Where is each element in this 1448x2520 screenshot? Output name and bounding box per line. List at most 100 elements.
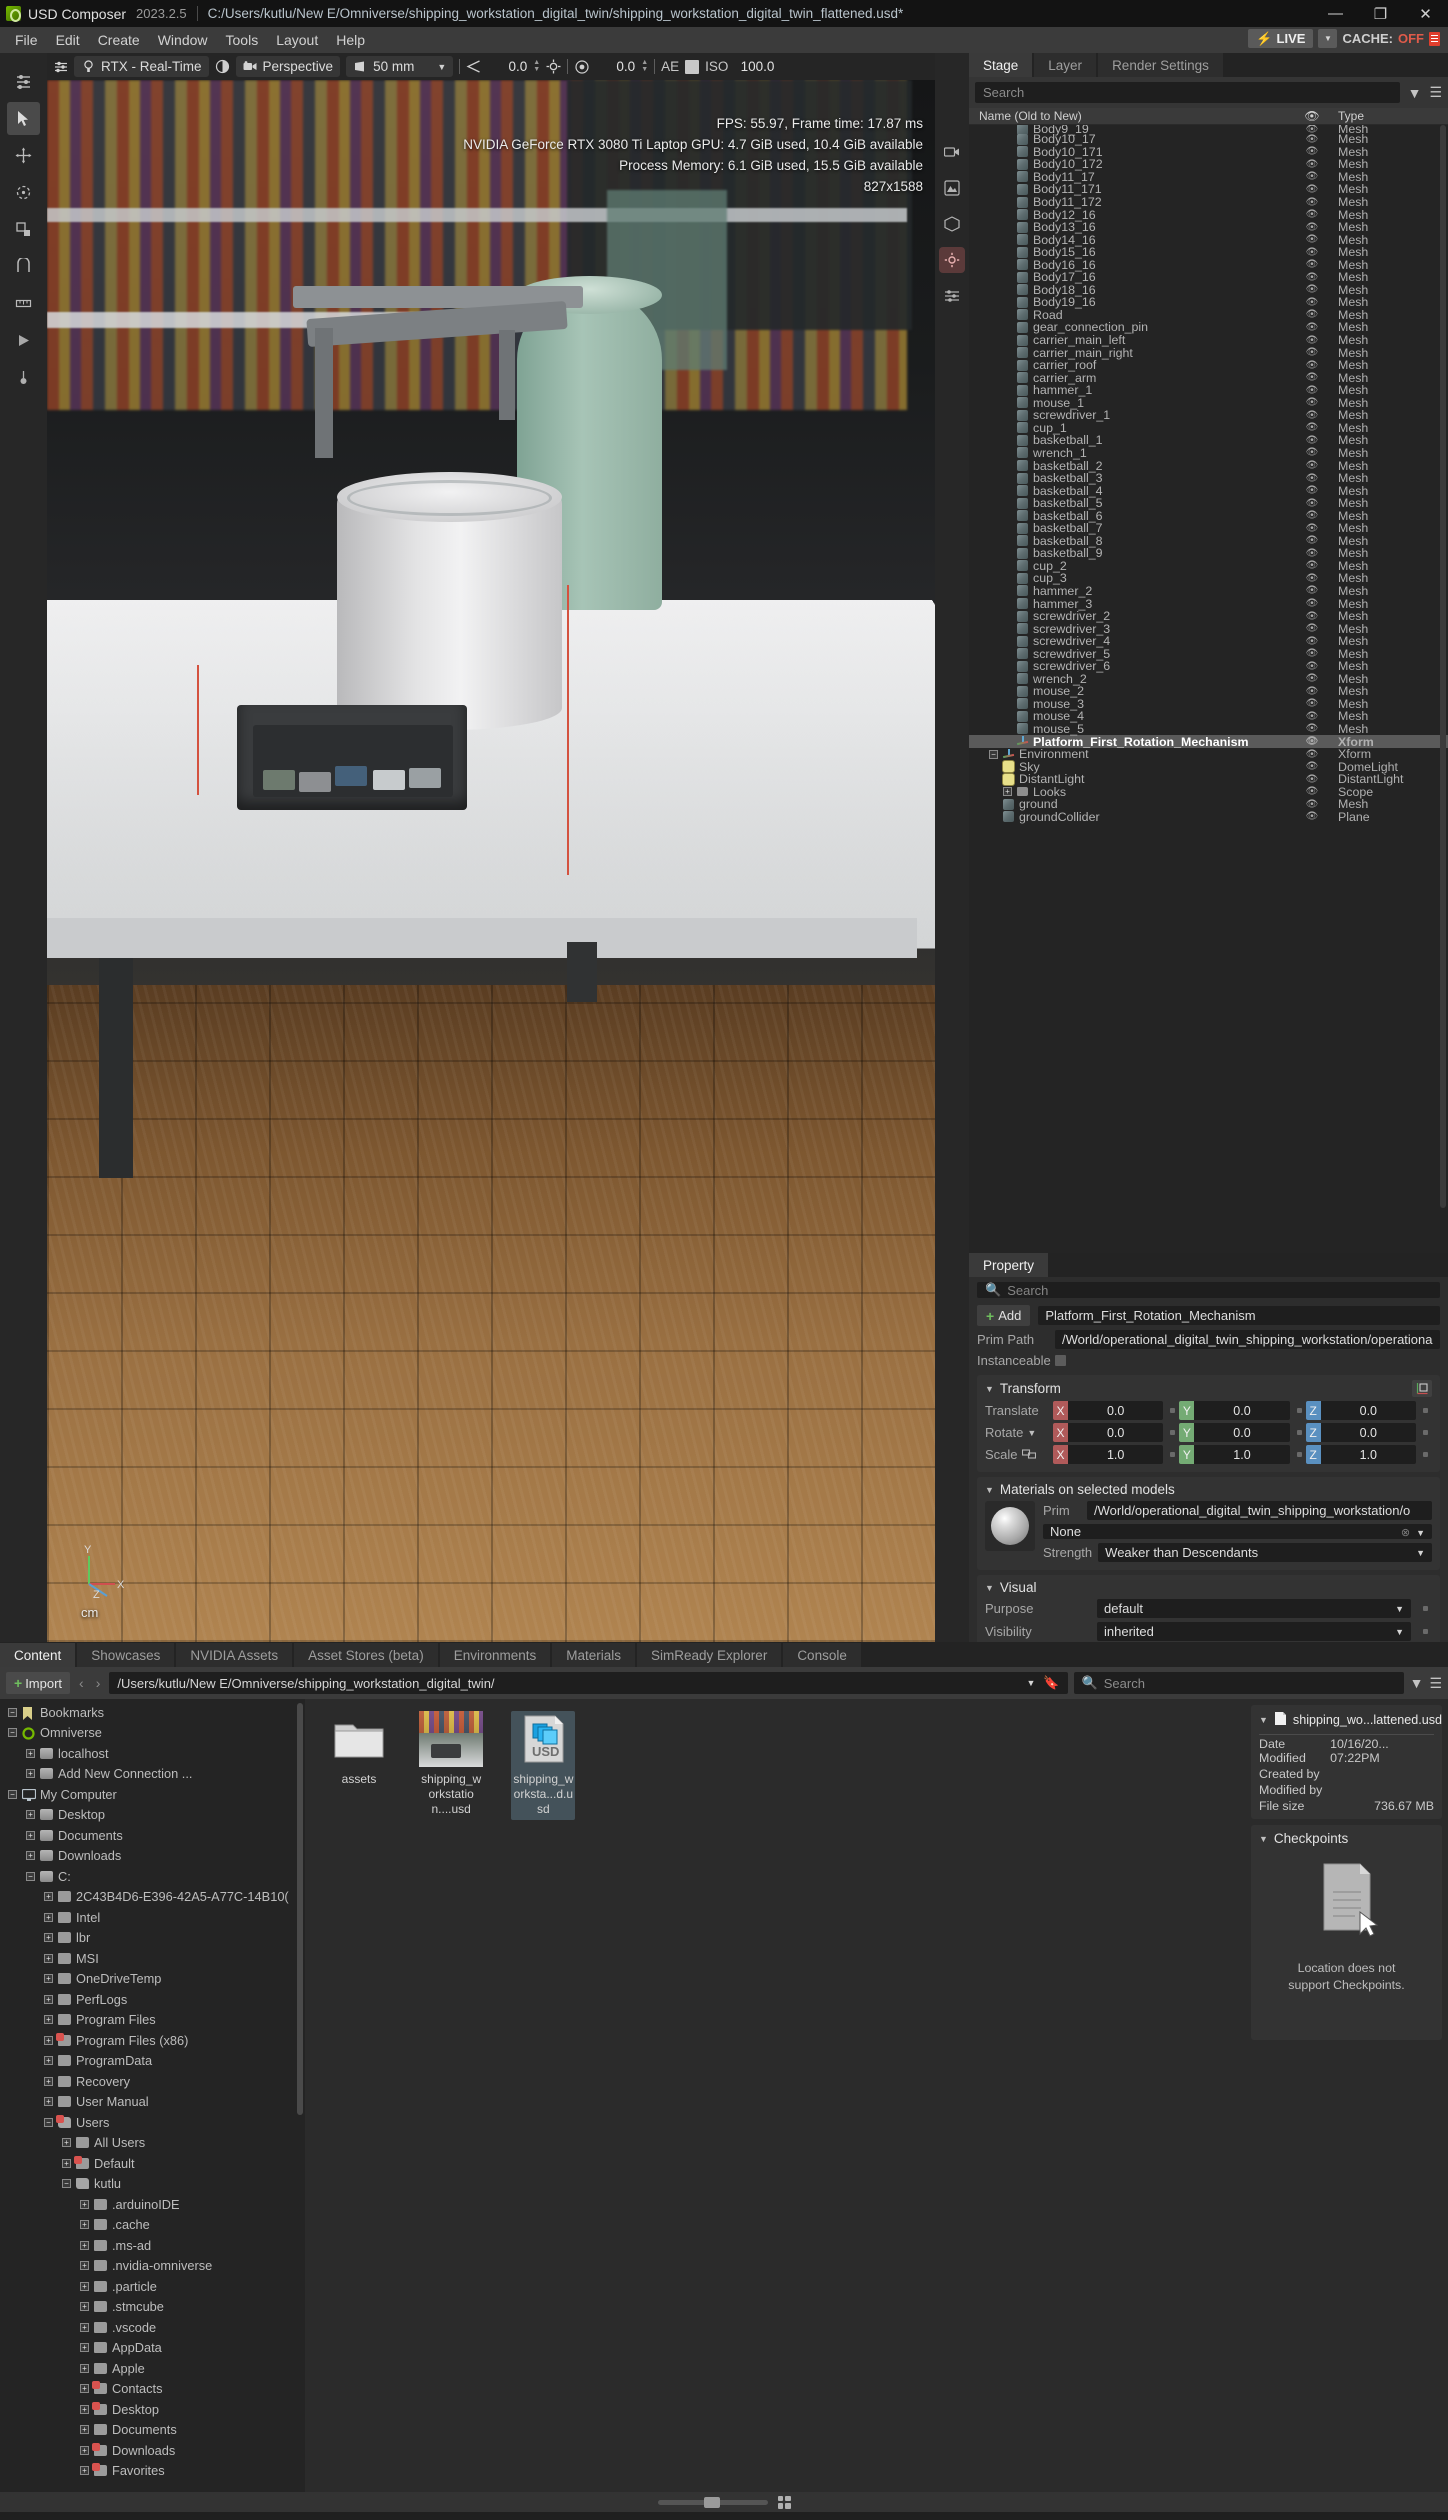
path-dropdown-icon[interactable]: ▼ [1026, 1678, 1035, 1688]
tree-expander-icon[interactable]: + [80, 2302, 89, 2312]
visibility-eye-icon[interactable]: 👁 [1294, 360, 1330, 371]
stage-row[interactable]: hammer_1 👁 Mesh [969, 383, 1448, 397]
translate-x-value[interactable]: 0.0 [1068, 1401, 1164, 1420]
stage-row[interactable]: Body10_171 👁 Mesh [969, 145, 1448, 159]
stage-row[interactable]: Sky 👁 DomeLight [969, 760, 1448, 774]
visibility-selector[interactable]: inherited ▼ [1097, 1622, 1411, 1641]
file-tree-row[interactable]: + Downloads [0, 2440, 305, 2461]
visibility-eye-icon[interactable]: 👁 [1294, 485, 1330, 496]
stage-row[interactable]: hammer_3 👁 Mesh [969, 597, 1448, 611]
file-tree-row[interactable]: + localhost [0, 1743, 305, 1764]
file-tree-row[interactable]: + AppData [0, 2338, 305, 2359]
translate-z-value[interactable]: 0.0 [1320, 1401, 1416, 1420]
menu-help[interactable]: Help [327, 30, 374, 50]
file-tree-row[interactable]: + .nvidia-omniverse [0, 2256, 305, 2277]
tab-environments[interactable]: Environments [439, 1643, 551, 1667]
file-tree-row[interactable]: + Add New Connection ... [0, 1764, 305, 1785]
stage-row[interactable]: Body18_16 👁 Mesh [969, 283, 1448, 297]
property-search-input[interactable]: 🔍 Search [977, 1282, 1440, 1298]
scale-z[interactable]: Z 1.0 [1305, 1445, 1416, 1464]
materials-header[interactable]: ▼ Materials on selected models [985, 1482, 1432, 1497]
prim-name-field[interactable]: Platform_First_Rotation_Mechanism [1038, 1306, 1440, 1325]
visibility-eye-icon[interactable]: 👁 [1294, 648, 1330, 659]
file-grid[interactable]: assets shipping_workstation....usd USD s… [305, 1699, 1251, 2492]
menu-edit[interactable]: Edit [47, 30, 89, 50]
stage-search-input[interactable]: Search [975, 82, 1400, 103]
stage-tree[interactable]: Body9_19 👁 Mesh Body10_17 👁 Mesh Body10_171 👁 Me… [969, 125, 1448, 1253]
stage-row[interactable]: screwdriver_5 👁 Mesh [969, 647, 1448, 661]
live-dropdown-button[interactable]: ▼ [1318, 29, 1338, 48]
visibility-eye-icon[interactable]: 👁 [1294, 749, 1330, 760]
tree-expander-icon[interactable]: + [62, 2138, 71, 2148]
visibility-eye-icon[interactable]: 👁 [1294, 786, 1330, 797]
stage-row[interactable]: cup_3 👁 Mesh [969, 571, 1448, 585]
rotate-z-value[interactable]: 0.0 [1320, 1423, 1416, 1442]
file-tree-row[interactable]: + User Manual [0, 2092, 305, 2113]
grid-view-icon[interactable] [777, 2495, 791, 2509]
stage-row[interactable]: basketball_6 👁 Mesh [969, 509, 1448, 523]
file-tree-row[interactable]: + Intel [0, 1907, 305, 1928]
tool-settings-icon[interactable] [7, 65, 40, 98]
tab-stage[interactable]: Stage [969, 53, 1033, 77]
rail-settings-icon[interactable] [939, 247, 965, 273]
stage-row[interactable]: + Looks 👁 Scope [969, 785, 1448, 799]
tree-expander-icon[interactable]: + [26, 1769, 35, 1779]
visibility-eye-icon[interactable]: 👁 [1294, 686, 1330, 697]
tree-expander-icon[interactable]: + [44, 1974, 53, 1984]
stage-row[interactable]: gear_connection_pin 👁 Mesh [969, 320, 1448, 334]
stage-row[interactable]: screwdriver_1 👁 Mesh [969, 408, 1448, 422]
visibility-eye-icon[interactable]: 👁 [1294, 573, 1330, 584]
stage-row[interactable]: mouse_2 👁 Mesh [969, 684, 1448, 698]
prim-path-field[interactable]: /World/operational_digital_twin_shipping… [1055, 1330, 1440, 1349]
file-tree-row[interactable]: − Users [0, 2112, 305, 2133]
scale-x[interactable]: X 1.0 [1053, 1445, 1164, 1464]
tree-expander-icon[interactable]: + [1003, 787, 1012, 797]
stage-row[interactable]: basketball_9 👁 Mesh [969, 546, 1448, 560]
file-tree-row[interactable]: + Desktop [0, 2399, 305, 2420]
file-tree-row[interactable]: + All Users [0, 2133, 305, 2154]
file-tree-row[interactable]: + ProgramData [0, 2051, 305, 2072]
tree-expander-icon[interactable]: + [44, 2076, 53, 2086]
tree-expander-icon[interactable]: + [80, 2425, 89, 2435]
visibility-eye-icon[interactable]: 👁 [1294, 435, 1330, 446]
tree-expander-icon[interactable]: + [44, 2097, 53, 2107]
material-clear-icon[interactable]: ⊗ [1401, 1527, 1410, 1539]
content-search-input[interactable]: 🔍 Search [1073, 1672, 1404, 1694]
stage-row[interactable]: basketball_1 👁 Mesh [969, 433, 1448, 447]
translate-y-value[interactable]: 0.0 [1194, 1401, 1290, 1420]
stage-row[interactable]: carrier_roof 👁 Mesh [969, 358, 1448, 372]
tree-expander-icon[interactable]: + [80, 2363, 89, 2373]
tree-expander-icon[interactable]: + [44, 1912, 53, 1922]
import-button[interactable]: + Import [6, 1672, 71, 1694]
scale-z-value[interactable]: 1.0 [1320, 1445, 1416, 1464]
visibility-eye-icon[interactable]: 👁 [1294, 623, 1330, 634]
file-tree-row[interactable]: + Default [0, 2153, 305, 2174]
focal-length-control[interactable]: 50 mm ▼ [346, 56, 454, 77]
visibility-eye-icon[interactable]: 👁 [1294, 510, 1330, 521]
visibility-eye-icon[interactable]: 👁 [1294, 297, 1330, 308]
visibility-eye-icon[interactable]: 👁 [1294, 636, 1330, 647]
stage-row[interactable]: basketball_2 👁 Mesh [969, 459, 1448, 473]
file-info-header[interactable]: ▼ shipping_wo...lattened.usd [1259, 1711, 1442, 1735]
material-selector[interactable]: None ⊗ ▼ [1043, 1524, 1432, 1539]
render-mode-icon[interactable] [215, 59, 230, 74]
stage-row[interactable]: basketball_4 👁 Mesh [969, 484, 1448, 498]
tree-expander-icon[interactable]: + [26, 1810, 35, 1820]
viewport-render[interactable]: FPS: 55.97, Frame time: 17.87 ms NVIDIA … [47, 80, 935, 1642]
tree-expander-icon[interactable]: + [80, 2384, 89, 2394]
viewport-settings-icon[interactable] [53, 59, 68, 74]
stage-row[interactable]: Body15_16 👁 Mesh [969, 245, 1448, 259]
tree-expander-icon[interactable]: + [80, 2343, 89, 2353]
tree-expander-icon[interactable]: + [44, 2056, 53, 2066]
stage-row[interactable]: Body12_16 👁 Mesh [969, 208, 1448, 222]
stage-row[interactable]: carrier_main_right 👁 Mesh [969, 346, 1448, 360]
tree-expander-icon[interactable]: − [26, 1871, 35, 1881]
maximize-button[interactable]: ❐ [1358, 0, 1403, 27]
tool-physics-icon[interactable] [7, 361, 40, 394]
material-prim-field[interactable]: /World/operational_digital_twin_shipping… [1087, 1501, 1432, 1520]
tree-expander-icon[interactable]: + [44, 2035, 53, 2045]
visibility-eye-icon[interactable]: 👁 [1294, 222, 1330, 233]
visibility-eye-icon[interactable]: 👁 [1294, 372, 1330, 383]
file-tree-row[interactable]: + PerfLogs [0, 1989, 305, 2010]
tool-scale-icon[interactable] [7, 213, 40, 246]
